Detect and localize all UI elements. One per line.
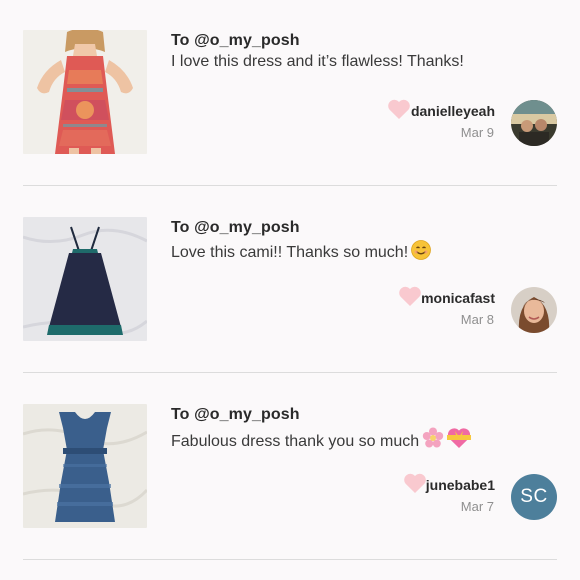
love-note-card: To @o_my_posh I love this dress and it’s…: [0, 0, 580, 187]
heart-icon[interactable]: [387, 98, 411, 120]
sender-username[interactable]: monicafast: [421, 290, 495, 306]
recipient-line[interactable]: To @o_my_posh: [171, 219, 300, 237]
sender-username[interactable]: danielleyeah: [411, 103, 495, 119]
note-date: Mar 8: [460, 312, 494, 327]
heart-with-ribbon-emoji-icon: [447, 427, 472, 449]
smiling-face-emoji-icon: [411, 240, 432, 260]
note-date: Mar 7: [460, 499, 494, 514]
red-print-dress-photo-icon: [23, 30, 147, 154]
photo-avatar-icon: [511, 100, 557, 146]
photo-avatar-icon: [511, 287, 557, 333]
blue-lace-dress-photo-icon: [23, 404, 147, 528]
heart-icon[interactable]: [403, 472, 427, 494]
note-date: Mar 9: [460, 125, 494, 140]
cherry-blossom-emoji-icon: [422, 427, 444, 449]
love-note-message: Love this cami!! Thanks so much!: [171, 240, 432, 262]
card-divider: [23, 372, 557, 373]
love-notes-feed: To @o_my_posh I love this dress and it’s…: [0, 0, 580, 580]
love-note-message: I love this dress and it’s flawless! Tha…: [171, 53, 464, 71]
love-note-text: Love this cami!! Thanks so much!: [171, 244, 409, 261]
sender-avatar-initials[interactable]: SC: [511, 474, 557, 520]
listing-thumbnail[interactable]: [23, 217, 147, 341]
sender-avatar[interactable]: [511, 100, 557, 146]
love-note-message: Fabulous dress thank you so much: [171, 427, 472, 451]
recipient-line[interactable]: To @o_my_posh: [171, 32, 300, 50]
listing-thumbnail[interactable]: [23, 30, 147, 154]
card-divider: [23, 185, 557, 186]
love-note-text: Fabulous dress thank you so much: [171, 433, 420, 450]
sender-username[interactable]: junebabe1: [426, 477, 495, 493]
recipient-line[interactable]: To @o_my_posh: [171, 406, 300, 424]
sender-avatar[interactable]: [511, 287, 557, 333]
heart-icon[interactable]: [398, 285, 422, 307]
love-note-text: I love this dress and it’s flawless! Tha…: [171, 53, 464, 70]
card-divider: [23, 559, 557, 560]
listing-thumbnail[interactable]: [23, 404, 147, 528]
navy-cami-photo-icon: [23, 217, 147, 341]
love-note-card: To @o_my_posh Love this cami!! Thanks so…: [0, 187, 580, 374]
love-note-card: To @o_my_posh Fabulous dress thank you s…: [0, 374, 580, 561]
